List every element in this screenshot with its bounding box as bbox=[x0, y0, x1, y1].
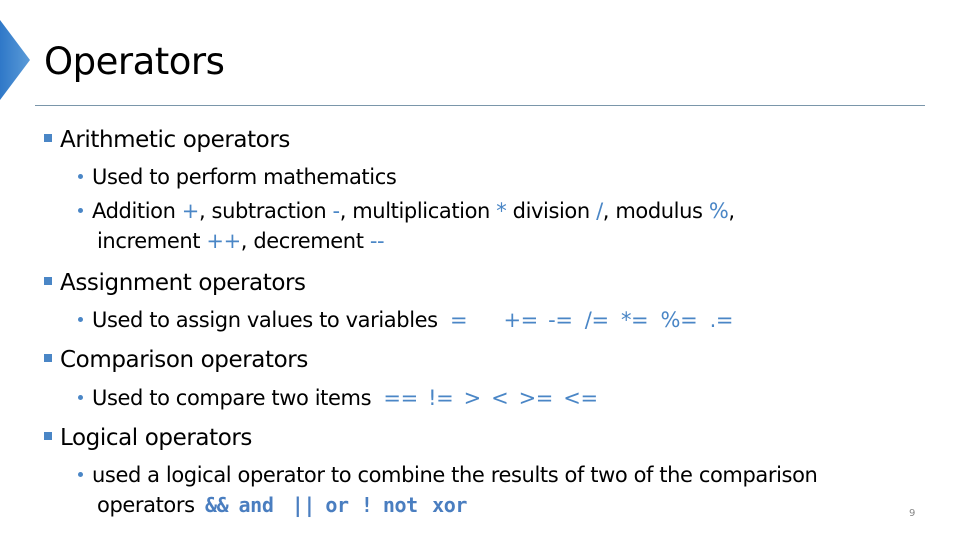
operator-multiply: * bbox=[496, 199, 507, 223]
operator-not-equal: != bbox=[428, 386, 454, 410]
operator-xor: xor bbox=[432, 493, 467, 517]
operator-assign: = bbox=[449, 308, 468, 332]
slide-title: Operators bbox=[44, 40, 225, 83]
bullet-assignment: Used to assign values to variables = += … bbox=[78, 305, 733, 335]
section-heading-logical: Logical operators bbox=[44, 423, 252, 453]
operator-minus: - bbox=[332, 199, 341, 223]
bullet-text: used a logical operator to combine the r… bbox=[92, 463, 818, 487]
operator-mul-assign: *= bbox=[620, 308, 649, 332]
bullet-text: division bbox=[506, 199, 597, 223]
square-bullet-icon bbox=[44, 134, 52, 142]
operator-divide: / bbox=[596, 199, 603, 223]
page-number: 9 bbox=[909, 508, 916, 519]
bullet-text: , multiplication bbox=[339, 199, 497, 223]
operator-equal: == bbox=[383, 386, 418, 410]
operator-mod-assign: %= bbox=[660, 308, 698, 332]
operator-greater-equal: >= bbox=[518, 386, 554, 410]
operator-concat-assign: .= bbox=[709, 308, 734, 332]
bullet-text: , subtraction bbox=[199, 199, 333, 223]
bullet-comparison: Used to compare two items == != > < >= <… bbox=[78, 383, 598, 413]
operator-greater: > bbox=[463, 386, 482, 410]
section-heading-comparison: Comparison operators bbox=[44, 345, 308, 375]
bullet-arithmetic-continuation: increment ++, decrement -- bbox=[97, 226, 385, 256]
bullet-logical-continuation: operators && and || or ! not xor bbox=[97, 490, 467, 520]
heading-text: Assignment operators bbox=[60, 270, 306, 296]
section-heading-assignment: Assignment operators bbox=[44, 268, 306, 298]
operator-decrement: -- bbox=[369, 229, 385, 253]
round-bullet-icon bbox=[78, 208, 83, 213]
bullet-text: , modulus bbox=[602, 199, 709, 223]
bullet-text: operators bbox=[97, 493, 195, 517]
operator-less-equal: <= bbox=[563, 386, 598, 410]
operator-div-assign: /= bbox=[584, 308, 609, 332]
round-bullet-icon bbox=[78, 174, 83, 179]
heading-text: Arithmetic operators bbox=[60, 127, 290, 153]
bullet-arithmetic-operators: Addition +, subtraction -, multiplicatio… bbox=[78, 196, 735, 226]
operator-not-word: not bbox=[382, 493, 418, 517]
title-divider bbox=[35, 105, 925, 106]
square-bullet-icon bbox=[44, 432, 52, 440]
operator-plus: + bbox=[181, 199, 200, 223]
round-bullet-icon bbox=[78, 395, 83, 400]
square-bullet-icon bbox=[44, 354, 52, 362]
operator-or-word: or bbox=[325, 493, 349, 517]
square-bullet-icon bbox=[44, 277, 52, 285]
title-arrow-decoration bbox=[0, 20, 30, 100]
bullet-logical: used a logical operator to combine the r… bbox=[78, 460, 818, 490]
section-heading-arithmetic: Arithmetic operators bbox=[44, 125, 290, 155]
round-bullet-icon bbox=[78, 317, 83, 322]
bullet-text: , bbox=[728, 199, 735, 223]
heading-text: Logical operators bbox=[60, 425, 253, 451]
operator-sub-assign: -= bbox=[548, 308, 573, 332]
bullet-text: increment bbox=[97, 229, 207, 253]
operator-not-symbol: ! bbox=[360, 493, 373, 517]
round-bullet-icon bbox=[78, 472, 83, 477]
bullet-text: , decrement bbox=[240, 229, 370, 253]
bullet-text: Used to compare two items bbox=[92, 386, 372, 410]
heading-text: Comparison operators bbox=[60, 347, 308, 373]
operator-and-symbol: && bbox=[204, 493, 229, 517]
bullet-text: Used to assign values to variables bbox=[92, 308, 438, 332]
operator-increment: ++ bbox=[206, 229, 241, 253]
operator-or-symbol: || bbox=[291, 493, 316, 517]
operator-modulus: % bbox=[708, 199, 729, 223]
operator-add-assign: += bbox=[503, 308, 538, 332]
bullet-text: Used to perform mathematics bbox=[92, 165, 397, 189]
operator-and-word: and bbox=[238, 493, 274, 517]
operator-less: < bbox=[491, 386, 509, 410]
bullet-arithmetic-purpose: Used to perform mathematics bbox=[78, 162, 397, 192]
bullet-text: Addition bbox=[92, 199, 182, 223]
